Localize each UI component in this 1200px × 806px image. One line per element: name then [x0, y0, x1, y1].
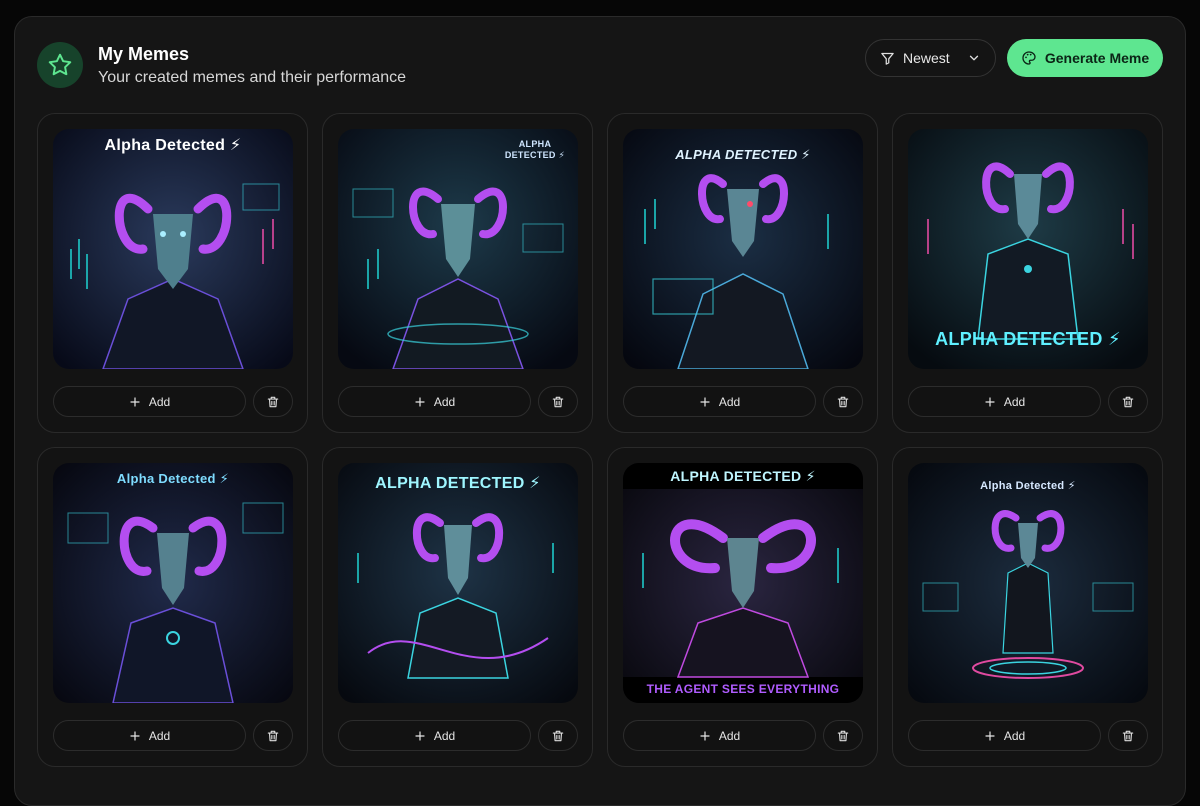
delete-button[interactable]	[823, 720, 863, 751]
add-button[interactable]: Add	[53, 720, 246, 751]
sort-dropdown[interactable]: Newest	[865, 39, 996, 77]
delete-button[interactable]	[823, 386, 863, 417]
trash-icon	[837, 730, 849, 741]
goat-meme-illustration	[338, 129, 578, 369]
delete-button[interactable]	[253, 720, 293, 751]
add-button[interactable]: Add	[338, 720, 531, 751]
sort-label: Newest	[903, 50, 950, 66]
meme-image[interactable]: ALPHA DETECTED ⚡	[338, 463, 578, 703]
meme-card: ALPHA DETECTED ⚡ THE AGENT SEES EVERYTHI…	[607, 447, 878, 767]
add-label: Add	[1003, 394, 1026, 409]
add-button[interactable]: Add	[908, 720, 1101, 751]
delete-button[interactable]	[1108, 720, 1148, 751]
meme-card: ALPHA DETECTED ⚡ Add	[892, 113, 1163, 433]
generate-meme-label: Generate Meme	[1044, 50, 1150, 66]
star-icon	[37, 42, 83, 88]
meme-caption: ALPHA DETECTED ⚡	[375, 475, 541, 492]
goat-meme-illustration	[53, 129, 293, 369]
plus-icon	[415, 396, 425, 407]
meme-caption: ALPHA DETECTED ⚡	[935, 329, 1121, 349]
add-button[interactable]: Add	[338, 386, 531, 417]
plus-icon	[985, 396, 995, 407]
meme-card: Alpha Detected ⚡ Add	[37, 113, 308, 433]
meme-image[interactable]: ALPHA DETECTED ⚡	[338, 129, 578, 369]
meme-image[interactable]: Alpha Detected ⚡	[53, 463, 293, 703]
meme-card: ALPHA DETECTED ⚡ Add	[322, 113, 593, 433]
trash-icon	[267, 730, 279, 741]
trash-icon	[1122, 396, 1134, 407]
plus-icon	[700, 730, 710, 741]
plus-icon	[700, 396, 710, 407]
add-label: Add	[1003, 728, 1026, 743]
plus-icon	[415, 730, 425, 741]
meme-image[interactable]: ALPHA DETECTED ⚡	[908, 129, 1148, 369]
goat-meme-illustration	[623, 463, 863, 703]
delete-button[interactable]	[253, 386, 293, 417]
meme-caption: Alpha Detected ⚡	[104, 137, 242, 154]
meme-card: Alpha Detected ⚡ Add	[892, 447, 1163, 767]
trash-icon	[1122, 730, 1134, 741]
add-button[interactable]: Add	[623, 720, 816, 751]
delete-button[interactable]	[538, 386, 578, 417]
page-title: My Memes	[98, 44, 190, 64]
meme-caption: Alpha Detected ⚡	[980, 480, 1076, 492]
meme-caption: Alpha Detected ⚡	[116, 471, 230, 486]
meme-caption: ALPHA DETECTED ⚡	[670, 468, 816, 484]
delete-button[interactable]	[1108, 386, 1148, 417]
goat-meme-illustration	[623, 129, 863, 369]
trash-icon	[837, 396, 849, 407]
plus-icon	[985, 730, 995, 741]
trash-icon	[267, 396, 279, 407]
add-label: Add	[433, 394, 456, 409]
meme-image[interactable]: Alpha Detected ⚡	[908, 463, 1148, 703]
add-button[interactable]: Add	[53, 386, 246, 417]
meme-image[interactable]: Alpha Detected ⚡	[53, 129, 293, 369]
add-button[interactable]: Add	[908, 386, 1101, 417]
goat-meme-illustration	[908, 463, 1148, 703]
my-memes-panel: My Memes Your created memes and their pe…	[14, 16, 1186, 806]
meme-card: Alpha Detected ⚡ Add	[37, 447, 308, 767]
trash-icon	[552, 730, 564, 741]
delete-button[interactable]	[538, 720, 578, 751]
generate-meme-button[interactable]: Generate Meme	[1007, 39, 1163, 77]
meme-caption: ALPHA DETECTED ⚡	[504, 139, 566, 160]
chevron-down-icon	[969, 55, 979, 61]
plus-icon	[130, 396, 140, 407]
meme-caption-bottom: THE AGENT SEES EVERYTHING	[646, 682, 840, 696]
filter-icon	[881, 52, 894, 65]
trash-icon	[552, 396, 564, 407]
add-label: Add	[718, 394, 741, 409]
add-label: Add	[148, 728, 171, 743]
meme-card: ALPHA DETECTED ⚡ Add	[607, 113, 878, 433]
meme-image[interactable]: ALPHA DETECTED ⚡ THE AGENT SEES EVERYTHI…	[623, 463, 863, 703]
goat-meme-illustration	[53, 463, 293, 703]
page-subtitle: Your created memes and their performance	[98, 69, 407, 86]
plus-icon	[130, 730, 140, 741]
goat-meme-illustration	[338, 463, 578, 703]
add-label: Add	[718, 728, 741, 743]
add-button[interactable]: Add	[623, 386, 816, 417]
meme-card: ALPHA DETECTED ⚡ Add	[322, 447, 593, 767]
add-label: Add	[433, 728, 456, 743]
add-label: Add	[148, 394, 171, 409]
meme-image[interactable]: ALPHA DETECTED ⚡	[623, 129, 863, 369]
palette-icon	[1022, 51, 1036, 65]
meme-caption: ALPHA DETECTED ⚡	[675, 147, 811, 162]
